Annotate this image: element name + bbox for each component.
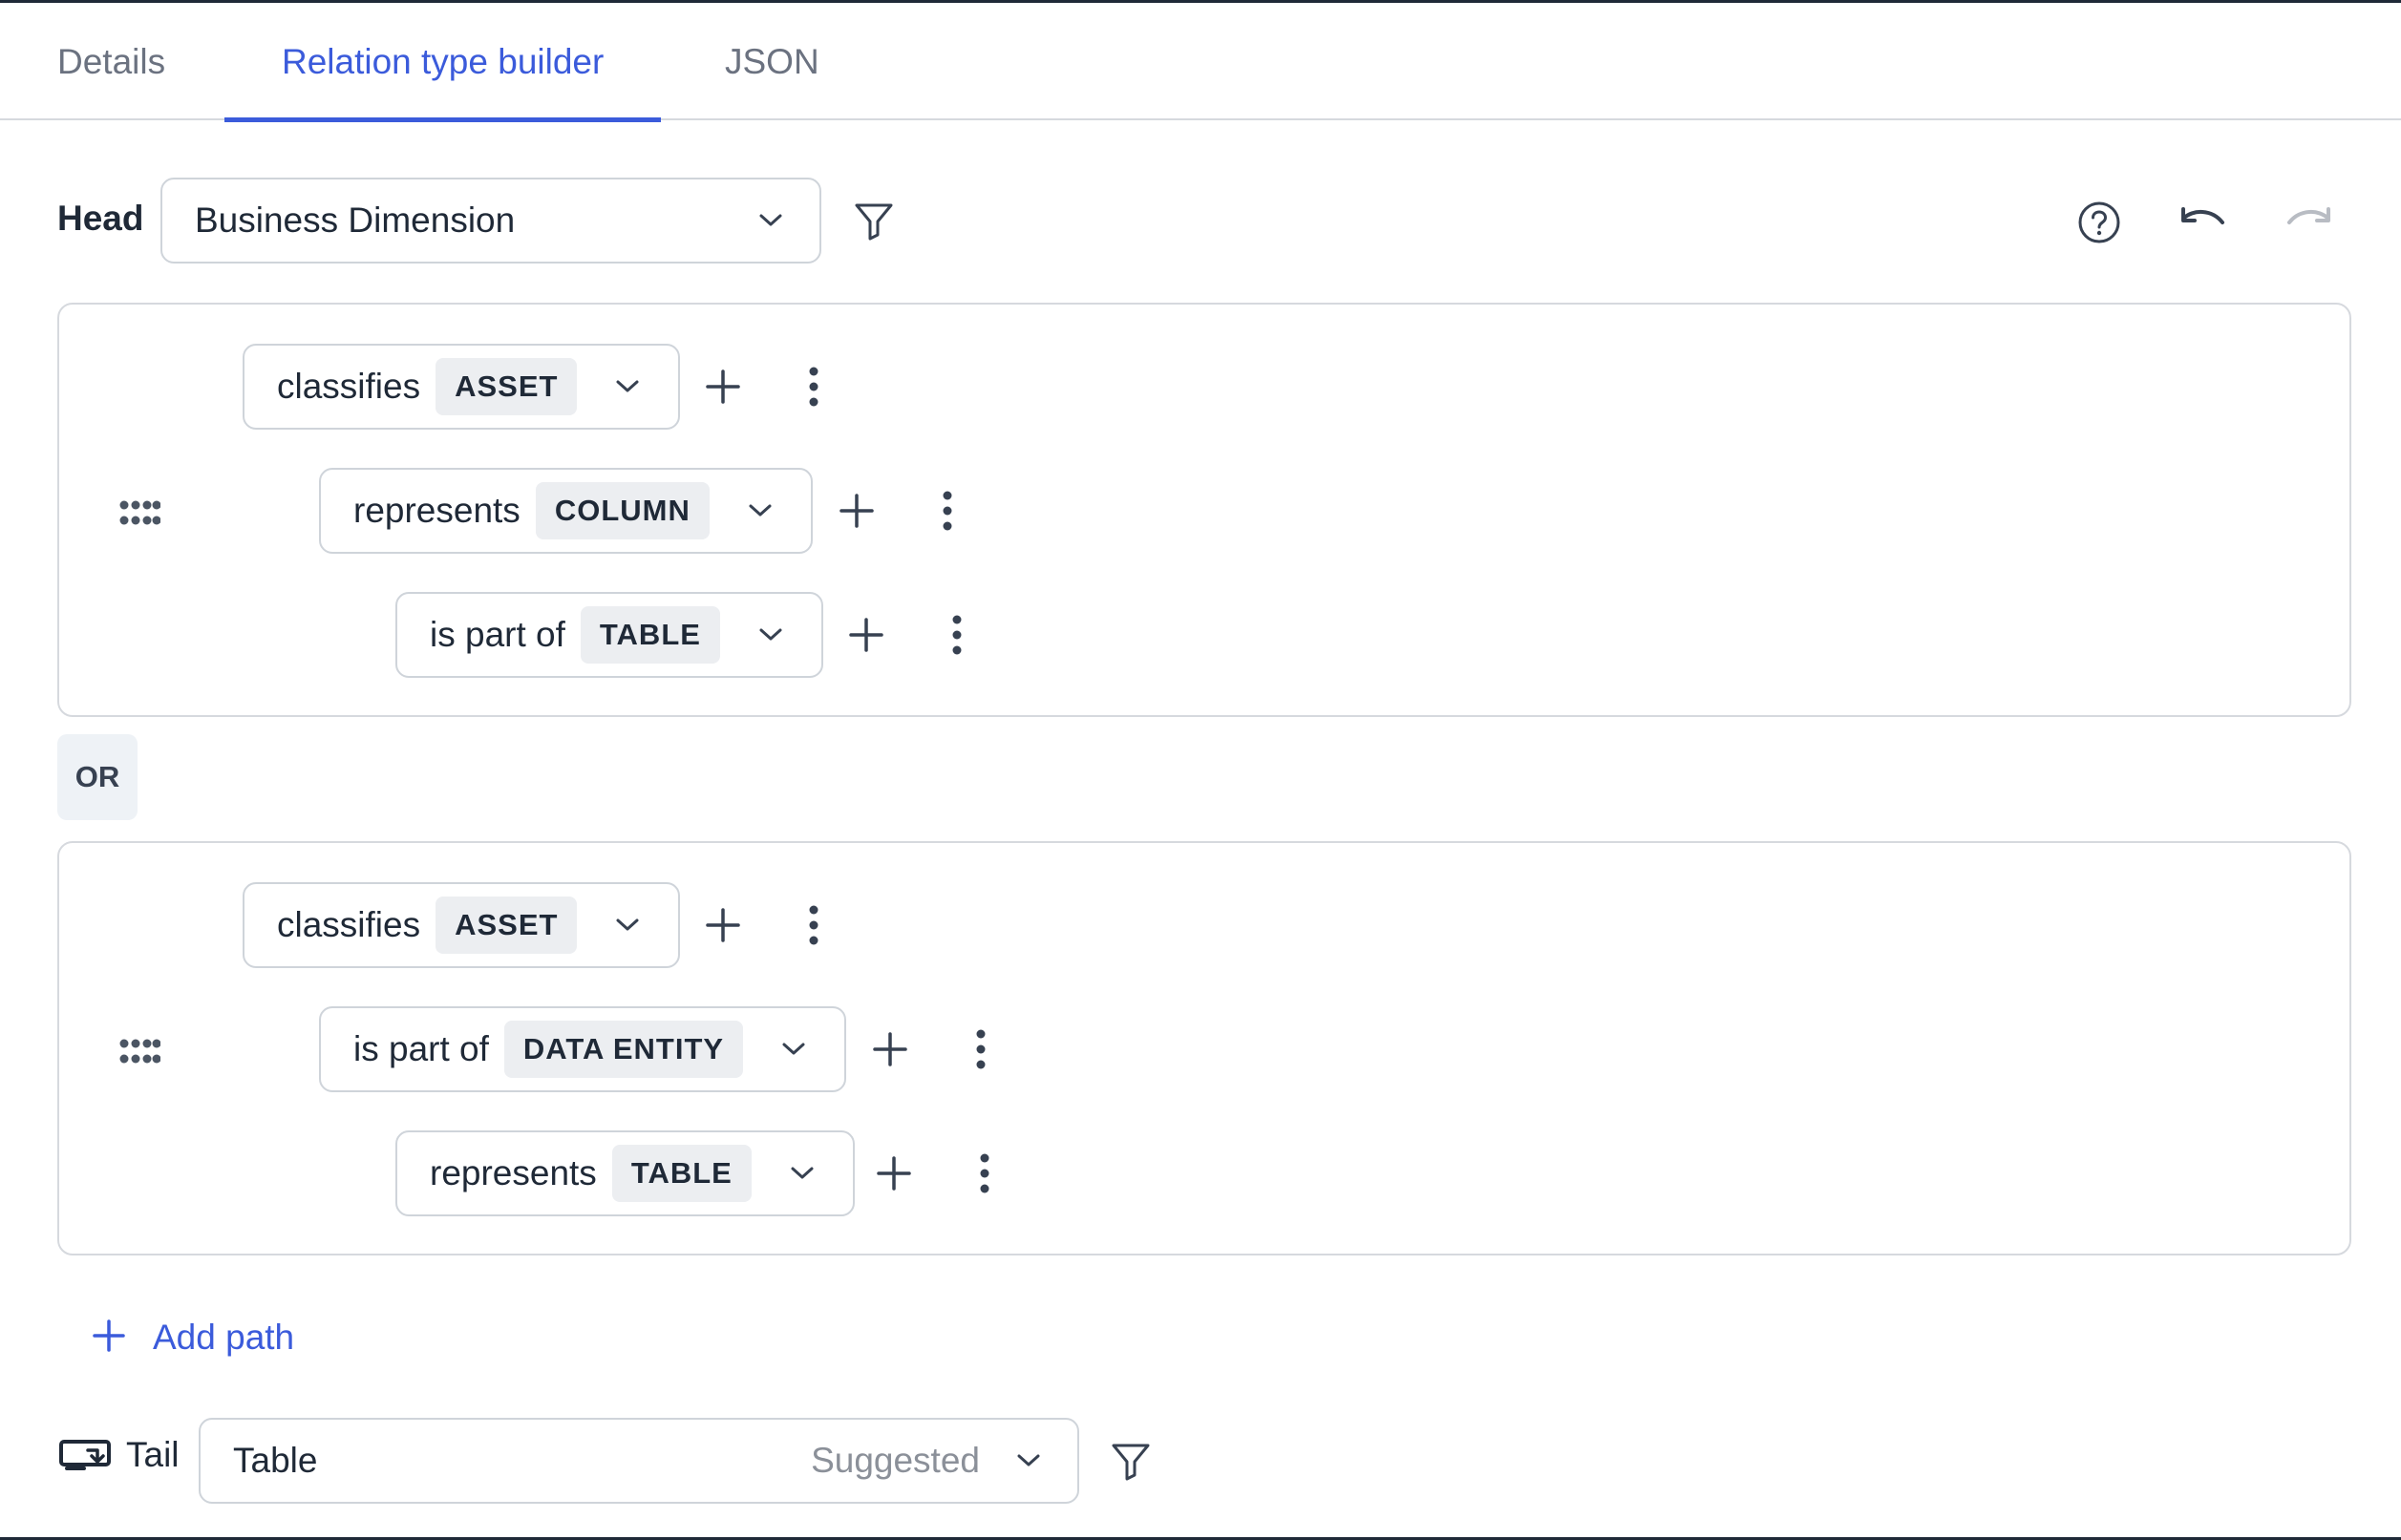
add-path-label: Add path [153, 1318, 295, 1357]
relation-label: represents [353, 491, 521, 530]
relation-step-select[interactable]: is part of DATA ENTITY [319, 1006, 847, 1092]
relation-step-select[interactable]: is part of TABLE [395, 592, 823, 678]
chevron-down-icon [786, 1157, 818, 1190]
chevron-down-icon [1012, 1445, 1045, 1477]
relation-step-select[interactable]: classifies ASSET [243, 882, 681, 968]
relation-label: classifies [277, 905, 421, 944]
more-options-icon[interactable] [971, 1025, 990, 1073]
relation-label: classifies [277, 367, 421, 406]
relation-step-select[interactable]: represents TABLE [395, 1130, 855, 1216]
drag-handle-icon[interactable] [118, 1038, 161, 1065]
tail-keyboard-icon [59, 1439, 111, 1471]
path-group: classifies ASSET represents COLUMN is pa… [57, 303, 2351, 717]
more-options-icon[interactable] [804, 363, 823, 411]
asset-type-badge: ASSET [436, 897, 578, 954]
chevron-down-icon [744, 495, 776, 527]
chevron-down-icon [754, 204, 787, 237]
add-step-plus-icon[interactable] [699, 363, 747, 411]
tail-select-value: Table [233, 1441, 318, 1480]
path-group: classifies ASSET is part of DATA ENTITY … [57, 841, 2351, 1255]
tail-filter-icon[interactable] [1108, 1438, 1154, 1484]
tab-details[interactable]: Details [0, 6, 223, 120]
chevron-down-icon [777, 1033, 810, 1065]
head-filter-icon[interactable] [851, 198, 897, 243]
plus-icon [92, 1318, 126, 1358]
chevron-down-icon [611, 370, 644, 403]
tab-label: Relation type builder [282, 42, 605, 81]
tail-label: Tail [126, 1435, 180, 1474]
asset-type-badge: ASSET [436, 358, 578, 415]
tab-json[interactable]: JSON [668, 6, 877, 120]
add-step-plus-icon[interactable] [842, 611, 890, 659]
active-tab-indicator [224, 117, 662, 122]
relation-label: is part of [353, 1029, 489, 1068]
chevron-down-icon [754, 619, 787, 651]
head-select[interactable]: Business Dimension [160, 178, 821, 264]
add-step-plus-icon[interactable] [699, 901, 747, 949]
asset-type-badge: DATA ENTITY [503, 1021, 744, 1078]
help-icon[interactable] [2075, 199, 2123, 246]
relation-label: is part of [430, 615, 565, 654]
undo-icon[interactable] [2178, 199, 2228, 246]
tab-bar: Details Relation type builder JSON [0, 6, 2401, 122]
add-path-button[interactable]: Add path [92, 1311, 294, 1364]
head-select-value: Business Dimension [195, 200, 516, 240]
more-options-icon[interactable] [975, 1150, 994, 1197]
more-options-icon[interactable] [804, 901, 823, 949]
more-options-icon[interactable] [938, 487, 957, 535]
chevron-down-icon [611, 909, 644, 941]
suggested-hint: Suggested [811, 1441, 980, 1480]
tail-label-group: Tail [59, 1435, 180, 1475]
asset-type-badge: TABLE [580, 606, 720, 664]
relation-label: represents [430, 1153, 597, 1192]
asset-type-badge: COLUMN [535, 482, 710, 539]
more-options-icon[interactable] [947, 611, 967, 659]
asset-type-badge: TABLE [611, 1145, 752, 1202]
add-step-plus-icon[interactable] [870, 1150, 918, 1197]
add-step-plus-icon[interactable] [833, 487, 881, 535]
redo-icon[interactable] [2284, 199, 2333, 246]
tail-select[interactable]: Table Suggested [199, 1418, 1079, 1504]
relation-type-builder-page: Details Relation type builder JSON Head … [0, 0, 2401, 1540]
drag-handle-icon[interactable] [118, 499, 161, 526]
or-separator: OR [57, 734, 138, 820]
relation-step-select[interactable]: represents COLUMN [319, 468, 813, 554]
add-step-plus-icon[interactable] [866, 1025, 914, 1073]
tab-relation-type-builder[interactable]: Relation type builder [224, 6, 662, 122]
head-label: Head [57, 199, 144, 238]
relation-step-select[interactable]: classifies ASSET [243, 344, 681, 430]
